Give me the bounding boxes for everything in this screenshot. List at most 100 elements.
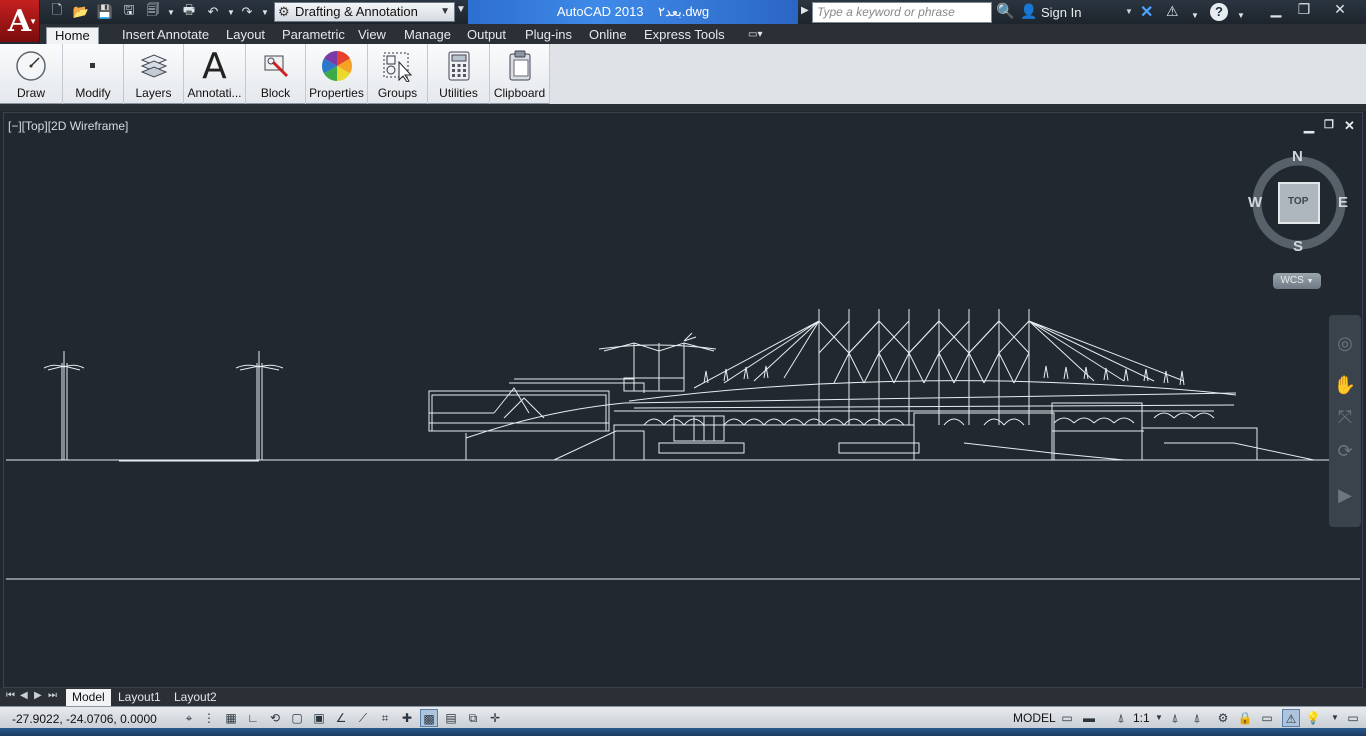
panel-block[interactable]: Block (246, 44, 306, 104)
workspace-select[interactable]: ⚙ Drafting & Annotation ▼ (274, 2, 455, 22)
quick-view-layouts-icon[interactable]: ▭ (1058, 709, 1076, 727)
chevron-down-icon[interactable]: ▼ (1186, 6, 1204, 24)
ortho-mode-icon[interactable]: ∟ (244, 709, 262, 727)
light-bulb-icon[interactable]: 💡 (1304, 709, 1322, 727)
hardware-acceleration-icon[interactable]: ▭ (1258, 709, 1276, 727)
panel-groups[interactable]: Groups (368, 44, 428, 104)
workspace-switching-icon[interactable]: ⚙ (1214, 709, 1232, 727)
stay-connected-icon[interactable]: ⚠ (1166, 3, 1179, 20)
viewport-minimize-icon[interactable]: ▁ (1304, 118, 1314, 134)
tab-plug-ins[interactable]: Plug-ins (517, 27, 580, 44)
grid-display-icon[interactable]: ▦ (222, 709, 240, 727)
chevron-down-icon[interactable]: ▼ (162, 3, 180, 21)
redo-icon[interactable]: ↷ (238, 3, 256, 21)
plot-to-pdf-icon[interactable]: 🗐 (144, 2, 162, 21)
status-menu-icon[interactable]: ▼ (1326, 709, 1344, 727)
selection-cycling-icon[interactable]: ⧉ (464, 709, 482, 727)
drawing-viewport[interactable]: [−][Top][2D Wireframe] ▁ ❐ ✕ N S E W TOP… (3, 112, 1363, 688)
tab-layout[interactable]: Layout (218, 27, 273, 44)
tab-parametric[interactable]: Parametric (274, 27, 353, 44)
zoom-extents-icon[interactable]: ⤧ (1333, 405, 1357, 429)
annotation-visibility-icon[interactable]: ⍋ (1166, 709, 1184, 727)
help-icon[interactable]: ? (1210, 3, 1228, 21)
panel-utilities[interactable]: Utilities (428, 44, 490, 104)
compass-west[interactable]: W (1248, 194, 1262, 211)
viewport-close-icon[interactable]: ✕ (1344, 118, 1355, 134)
panel-properties[interactable]: Properties (306, 44, 368, 104)
tab-annotate[interactable]: Annotate (149, 27, 217, 44)
viewport-controls-label[interactable]: [−][Top][2D Wireframe] (8, 119, 128, 133)
polar-tracking-icon[interactable]: ⟲ (266, 709, 284, 727)
save-as-icon[interactable]: 🖫 (120, 2, 138, 21)
panel-clipboard[interactable]: Clipboard (490, 44, 550, 104)
tab-layout2[interactable]: Layout2 (168, 689, 223, 706)
dynamic-input-icon[interactable]: ⌗ (376, 709, 394, 727)
title-expand-icon[interactable]: ▶ (801, 5, 809, 16)
minimize-icon[interactable]: ▁ (1262, 0, 1290, 20)
orbit-icon[interactable]: ⟳ (1333, 439, 1357, 463)
previous-tab-icon[interactable]: ◀ (20, 690, 28, 701)
coordinates-readout[interactable]: -27.9022, -24.0706, 0.0000 (12, 712, 157, 726)
drawing-canvas[interactable] (4, 113, 1363, 688)
clean-screen-icon[interactable]: ▭ (1344, 709, 1362, 727)
3d-object-snap-icon[interactable]: ▣ (310, 709, 328, 727)
panel-modify[interactable]: Modify (63, 44, 124, 104)
viewport-restore-icon[interactable]: ❐ (1324, 118, 1334, 131)
next-tab-icon[interactable]: ▶ (34, 690, 42, 701)
exchange-apps-icon[interactable]: ✕ (1140, 2, 1153, 22)
showmotion-icon[interactable]: ▶ (1333, 483, 1357, 507)
quick-properties-icon[interactable]: ▤ (442, 709, 460, 727)
object-snap-tracking-icon[interactable]: ∠ (332, 709, 350, 727)
tab-output[interactable]: Output (459, 27, 514, 44)
object-snap-icon[interactable]: ▢ (288, 709, 306, 727)
search-input[interactable]: Type a keyword or phrase (812, 2, 992, 23)
lock-ui-icon[interactable]: 🔒 (1236, 709, 1254, 727)
new-file-icon[interactable]: 🗋 (48, 2, 66, 21)
compass-north[interactable]: N (1292, 148, 1303, 165)
help-dropdown-icon[interactable]: ▼ (1232, 6, 1250, 24)
panel-annotation[interactable]: A Annotati... (184, 44, 246, 104)
close-icon[interactable]: ✕ (1326, 0, 1354, 20)
sign-in-link[interactable]: Sign In (1041, 5, 1081, 20)
panel-layers[interactable]: Layers (124, 44, 184, 104)
annotation-monitor-icon[interactable]: ✛ (486, 709, 504, 727)
first-tab-icon[interactable]: ⏮ (6, 690, 15, 701)
annotation-scale-value[interactable]: 1:1 (1133, 711, 1150, 725)
tab-view[interactable]: View (350, 27, 394, 44)
lineweight-icon[interactable]: ✚ (398, 709, 416, 727)
viewcube[interactable]: N S E W TOP (1244, 148, 1354, 263)
viewcube-face[interactable]: TOP (1288, 196, 1308, 207)
snap-mode-icon[interactable]: ⋮ (200, 709, 218, 727)
compass-east[interactable]: E (1338, 194, 1348, 211)
tab-express-tools[interactable]: Express Tools (636, 27, 733, 44)
tab-layout1[interactable]: Layout1 (112, 689, 167, 706)
isolate-objects-icon[interactable]: ⚠ (1282, 709, 1300, 727)
panel-draw[interactable]: Draw (0, 44, 63, 104)
dynamic-ucs-icon[interactable]: ⟋ (354, 709, 372, 727)
compass-south[interactable]: S (1293, 238, 1303, 255)
steering-wheel-icon[interactable]: ◎ (1333, 331, 1357, 355)
redo-dropdown-icon[interactable]: ▼ (256, 3, 274, 21)
search-icon[interactable]: 🔍 (996, 2, 1015, 20)
save-icon[interactable]: 💾 (96, 3, 114, 21)
undo-icon[interactable]: ↶ (204, 3, 222, 21)
annotation-scale-icon[interactable]: ⍋ (1112, 709, 1130, 727)
quick-view-drawings-icon[interactable]: ▬ (1080, 709, 1098, 727)
pan-hand-icon[interactable]: ✋ (1333, 373, 1357, 397)
transparency-icon[interactable]: ▩ (420, 709, 438, 727)
last-tab-icon[interactable]: ⏭ (48, 690, 57, 701)
wcs-menu[interactable]: WCS ▼ (1273, 273, 1321, 289)
print-icon[interactable]: 🖶 (180, 2, 198, 21)
application-menu-button[interactable]: A ▼ (0, 0, 40, 42)
restore-icon[interactable]: ❐ (1290, 0, 1318, 20)
tab-home[interactable]: Home (46, 27, 99, 44)
customize-quick-access-icon[interactable]: ▼ (456, 4, 466, 15)
model-space-toggle[interactable]: MODEL (1013, 711, 1056, 725)
tab-manage[interactable]: Manage (396, 27, 459, 44)
chevron-down-icon[interactable]: ▼ (1125, 7, 1133, 16)
auto-scale-icon[interactable]: ⍋ (1188, 709, 1206, 727)
tab-model[interactable]: Model (66, 689, 111, 706)
ribbon-minimize-icon[interactable]: ▭▾ (740, 27, 770, 44)
tab-online[interactable]: Online (581, 27, 635, 44)
open-file-icon[interactable]: 📂 (72, 3, 90, 21)
